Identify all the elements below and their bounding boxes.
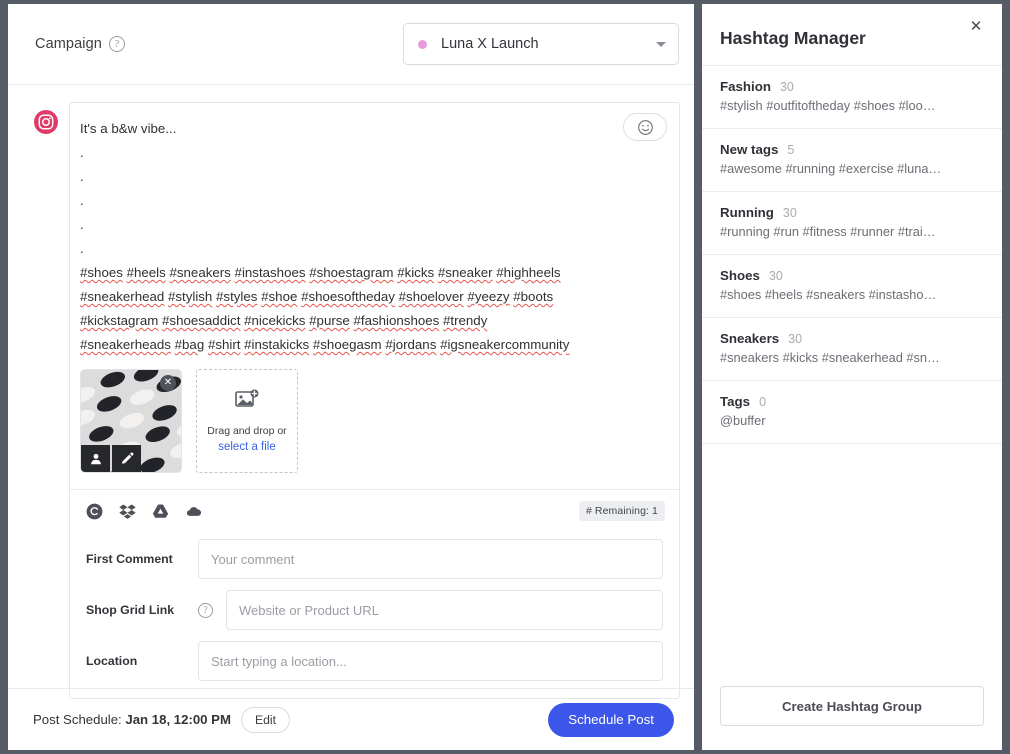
campaign-select[interactable]: Luna X Launch <box>403 23 679 65</box>
hashtag-group-name: New tags <box>720 142 778 157</box>
select-file-link[interactable]: select a file <box>218 441 276 453</box>
post-text-area[interactable]: It's a b&w vibe... . . . . . #shoes #hee… <box>70 103 679 363</box>
google-drive-icon[interactable] <box>152 503 169 520</box>
app-window: Campaign ? Luna X Launch <box>0 0 1010 754</box>
hashtag-group-item[interactable]: Fashion 30 #stylish #outfitoftheday #sho… <box>702 65 1002 128</box>
pencil-edit-icon <box>120 452 134 466</box>
location-input[interactable] <box>198 641 663 681</box>
file-dropzone[interactable]: Drag and drop or select a file <box>196 369 298 473</box>
tag-people-button[interactable] <box>81 445 110 472</box>
compose-row: It's a b&w vibe... . . . . . #shoes #hee… <box>22 102 680 699</box>
composer-panel: Campaign ? Luna X Launch <box>8 4 694 750</box>
edit-schedule-button[interactable]: Edit <box>241 707 290 733</box>
hashtag-group-tags: #running #run #fitness #runner #trai… <box>720 224 984 239</box>
first-comment-input[interactable] <box>198 539 663 579</box>
hashtag-group-head: New tags 5 <box>720 142 984 157</box>
hashtag-group-item[interactable]: Shoes 30 #shoes #heels #sneakers #instas… <box>702 254 1002 317</box>
edit-media-button[interactable] <box>112 445 141 472</box>
dropzone-label: Drag and drop or <box>207 424 286 439</box>
location-row: Location <box>86 640 663 682</box>
first-comment-label: First Comment <box>86 552 198 566</box>
hashtag-group-item[interactable]: Tags 0 @buffer <box>702 380 1002 443</box>
hashtag-group-name: Running <box>720 205 774 220</box>
hashtag-group-tags: #sneakers #kicks #sneakerhead #sn… <box>720 350 984 365</box>
hashtag-group-name: Tags <box>720 394 750 409</box>
post-editor-card: It's a b&w vibe... . . . . . #shoes #hee… <box>69 102 680 699</box>
hashtag-group-list-end-divider <box>702 443 1002 444</box>
post-schedule-text: Post Schedule: Jan 18, 12:00 PM <box>33 712 231 727</box>
hashtag-group-count: 30 <box>788 332 802 346</box>
hashtag-group-head: Running 30 <box>720 205 984 220</box>
media-action-bar <box>81 445 141 472</box>
post-schedule-time: Jan 18, 12:00 PM <box>125 712 231 727</box>
schedule-post-button[interactable]: Schedule Post <box>548 703 674 737</box>
hashtag-group-count: 5 <box>787 143 794 157</box>
instagram-icon[interactable] <box>34 110 58 134</box>
hashtag-line: #sneakerheads #bag #shirt #instakicks #s… <box>80 333 603 357</box>
campaign-label: Campaign <box>35 36 102 52</box>
chevron-down-icon <box>656 42 666 47</box>
location-label: Location <box>86 654 198 668</box>
hashtag-group-name: Fashion <box>720 79 771 94</box>
hashtag-line: #shoes #heels #sneakers #instashoes #sho… <box>80 261 603 285</box>
post-schedule-prefix: Post Schedule: <box>33 712 122 727</box>
media-thumbnail[interactable]: ✕ <box>80 369 182 473</box>
person-tag-icon <box>89 452 103 466</box>
hashtag-group-head: Fashion 30 <box>720 79 984 94</box>
hashtag-group-tags: #stylish #outfitoftheday #shoes #loo… <box>720 98 984 113</box>
composer-footer: Post Schedule: Jan 18, 12:00 PM Edit Sch… <box>8 688 694 750</box>
media-attachments: ✕ <box>70 363 679 489</box>
hashtag-group-count: 30 <box>783 206 797 220</box>
dropbox-icon[interactable] <box>119 503 136 520</box>
hashtag-manager-panel: Hashtag Manager ✕ Fashion 30 #stylish #o… <box>702 4 1002 750</box>
hashtag-group-tags: #awesome #running #exercise #luna… <box>720 161 984 176</box>
post-hashtags-text: #shoes #heels #sneakers #instashoes #sho… <box>80 261 663 357</box>
campaign-color-dot <box>418 40 427 49</box>
hashtag-group-item[interactable]: New tags 5 #awesome #running #exercise #… <box>702 128 1002 191</box>
onedrive-icon[interactable] <box>185 503 203 520</box>
canva-icon[interactable] <box>86 503 103 520</box>
media-source-bar: # Remaining: 1 <box>70 489 679 532</box>
hashtag-manager-header: Hashtag Manager ✕ <box>702 4 1002 65</box>
hashtag-group-head: Tags 0 <box>720 394 984 409</box>
first-comment-row: First Comment <box>86 538 663 580</box>
composer-body: It's a b&w vibe... . . . . . #shoes #hee… <box>8 85 694 688</box>
hashtag-group-name: Shoes <box>720 268 760 283</box>
shop-grid-link-row: Shop Grid Link ? <box>86 589 663 631</box>
hashtag-manager-title: Hashtag Manager <box>720 28 984 49</box>
hashtag-group-tags: #shoes #heels #sneakers #instasho… <box>720 287 984 302</box>
smiley-face-icon <box>637 119 654 136</box>
hashtag-line: #kickstagram #shoesaddict #nicekicks #pu… <box>80 309 603 333</box>
hashtag-group-count: 30 <box>769 269 783 283</box>
hashtag-group-count: 30 <box>780 80 794 94</box>
create-hashtag-group-button[interactable]: Create Hashtag Group <box>720 686 984 726</box>
shop-grid-link-input[interactable] <box>226 590 663 630</box>
campaign-selected-value: Luna X Launch <box>441 36 539 52</box>
campaign-help-icon[interactable]: ? <box>109 36 125 52</box>
remaining-characters-badge: # Remaining: 1 <box>579 501 665 521</box>
hashtag-group-list: Fashion 30 #stylish #outfitoftheday #sho… <box>702 65 1002 672</box>
emoji-picker-button[interactable] <box>623 113 667 141</box>
campaign-bar: Campaign ? Luna X Launch <box>8 4 694 85</box>
hashtag-group-item[interactable]: Running 30 #running #run #fitness #runne… <box>702 191 1002 254</box>
hashtag-manager-footer: Create Hashtag Group <box>702 672 1002 750</box>
hashtag-group-name: Sneakers <box>720 331 779 346</box>
extra-fields: First Comment Shop Grid Link ? Location <box>70 532 679 698</box>
shop-grid-help-icon[interactable]: ? <box>198 603 213 618</box>
hashtag-group-head: Sneakers 30 <box>720 331 984 346</box>
close-icon[interactable]: ✕ <box>967 18 985 36</box>
post-caption-text: It's a b&w vibe... . . . . . <box>80 117 663 261</box>
remove-media-icon[interactable]: ✕ <box>160 375 176 391</box>
hashtag-group-item[interactable]: Sneakers 30 #sneakers #kicks #sneakerhea… <box>702 317 1002 380</box>
hashtag-group-head: Shoes 30 <box>720 268 984 283</box>
hashtag-group-tags: @buffer <box>720 413 984 428</box>
shop-grid-link-label: Shop Grid Link <box>86 603 198 617</box>
hashtag-line: #sneakerhead #stylish #styles #shoe #sho… <box>80 285 603 309</box>
hashtag-group-count: 0 <box>759 395 766 409</box>
add-image-icon <box>235 389 259 416</box>
